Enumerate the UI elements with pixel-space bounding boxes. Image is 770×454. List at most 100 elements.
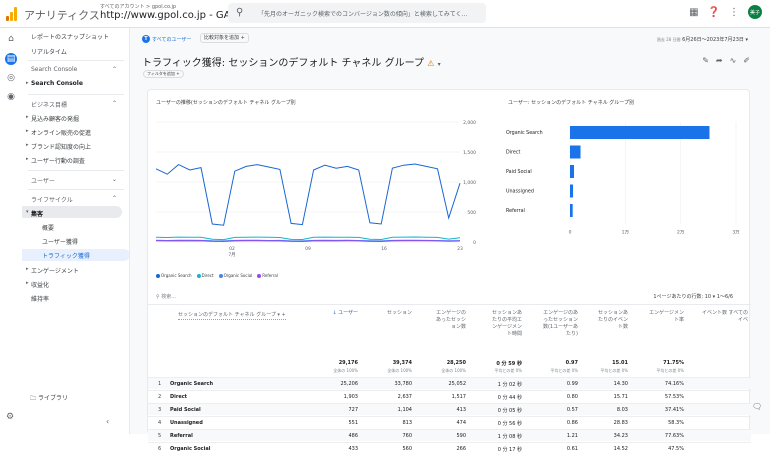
row-value: 433: [348, 446, 358, 452]
search-box[interactable]: ⚲ 「先月のオーガニック検索でのコンバージョン数の傾向」と検索してみてく...: [228, 3, 486, 23]
col-header-avg-engagement[interactable]: セッションあたりの平均エンゲージメント時間: [488, 310, 522, 338]
segment-badge-icon: T: [142, 35, 150, 43]
row-channel[interactable]: Organic Search: [170, 381, 213, 387]
chevron-up-icon[interactable]: ⌃: [112, 100, 117, 107]
settings-gear-icon[interactable]: ⚙: [6, 412, 14, 422]
legend-label: Organic Social: [223, 273, 253, 278]
table-search-input[interactable]: ⚲ 検索...: [156, 293, 176, 300]
sidebar-item-monetization[interactable]: 収益化: [31, 280, 49, 289]
row-value: 0 分 17 秒: [497, 447, 522, 453]
title-dropdown-icon[interactable]: ▾: [438, 61, 441, 68]
app-name[interactable]: アナリティクス: [24, 7, 100, 23]
customize-report-icon[interactable]: ✎: [702, 56, 709, 65]
sidebar-item-retention[interactable]: 維持率: [31, 294, 49, 303]
account-breadcrumb[interactable]: すべてのアカウント > gpol.co.jp: [100, 3, 176, 10]
row-channel[interactable]: Direct: [170, 394, 187, 400]
all-users-label: すべてのユーザー: [152, 36, 192, 43]
total-value: 15.01: [612, 360, 628, 366]
bar: [570, 184, 574, 198]
more-vert-icon[interactable]: ⋮: [729, 7, 739, 18]
add-comparison-button[interactable]: 比較対象を追加 +: [200, 33, 249, 43]
row-value: 0.80: [566, 394, 578, 400]
legend-item[interactable]: Direct: [196, 273, 214, 278]
col-header-sessions[interactable]: セッション: [378, 310, 412, 317]
expand-arrow-icon: ▸: [26, 156, 29, 162]
legend-item[interactable]: Organic Search: [156, 273, 192, 278]
warning-icon[interactable]: ⚠: [427, 59, 434, 68]
col-header-events-per-session[interactable]: セッションあたりのイベント数: [594, 310, 628, 331]
sidebar-item-sales[interactable]: オンライン販売の促進: [31, 128, 91, 137]
col-header-event-count[interactable]: イベント数 すべてのイベ: [698, 310, 748, 324]
dimension-header[interactable]: セッションのデフォルト チャネル グループ ▾ +: [178, 312, 286, 320]
row-value: 813: [402, 420, 412, 426]
reports-icon[interactable]: ▤: [5, 53, 17, 65]
row-value: 0.61: [566, 446, 578, 452]
legend-item[interactable]: Referral: [257, 273, 278, 278]
all-users-chip[interactable]: T すべてのユーザー: [142, 34, 191, 44]
sidebar-item-traffic-acquisition[interactable]: トラフィック獲得: [42, 251, 90, 260]
feedback-icon[interactable]: 🗨: [752, 402, 762, 411]
row-value: 25,052: [448, 381, 467, 387]
table-row[interactable]: 5 Referral 486 760 590 1 分 08 秒 1.21 34.23 77.63…: [148, 429, 751, 441]
total-subtext: 平均との差 0%: [550, 368, 578, 373]
bar: [570, 145, 581, 159]
collapse-sidebar-icon[interactable]: ‹: [106, 417, 109, 426]
row-value: 727: [348, 407, 358, 413]
col-header-engaged-sessions[interactable]: エンゲージのあったセッション数: [436, 310, 466, 331]
library-link[interactable]: 🗀 ライブラリ: [30, 393, 68, 404]
chevron-down-icon[interactable]: ⌄: [112, 176, 117, 183]
total-subtext: 全体の 100%: [387, 368, 412, 373]
date-range-selector[interactable]: 過去 28 日間 6月26日～2023年7月23日 ▾: [657, 36, 748, 43]
sidebar-item-acq-overview[interactable]: 概要: [42, 223, 54, 232]
search-icon: ⚲: [156, 294, 160, 300]
home-icon[interactable]: ⌂: [5, 33, 17, 45]
table-row[interactable]: 3 Paid Social 727 1,104 413 0 分 05 秒 0.57 8.03 3…: [148, 403, 751, 415]
row-channel[interactable]: Unassigned: [170, 420, 203, 426]
line-chart[interactable]: 2,000 1,500 1,000 500 0 02 09 16 23 7月: [148, 112, 488, 262]
col-header-users[interactable]: ↓ ユーザー: [328, 310, 358, 317]
row-value: 58.3%: [668, 420, 684, 426]
table-row[interactable]: 4 Unassigned 551 813 474 0 分 56 秒 0.86 28.83 58.…: [148, 416, 751, 428]
table-row[interactable]: 6 Organic Social 433 560 266 0 分 17 秒 0.61 14.5…: [148, 442, 751, 454]
property-selector[interactable]: http://www.gpol.co.jp - GA4 ▾: [100, 10, 245, 21]
sidebar-header-lifecycle[interactable]: ライフサイクル: [31, 195, 73, 204]
sidebar-item-behavior[interactable]: ユーザー行動の調査: [31, 156, 85, 165]
rows-per-page[interactable]: 1ページあたりの行数: 10 ▾ 1～6/6: [653, 293, 733, 300]
explore-icon[interactable]: ◎: [5, 72, 17, 84]
sidebar-item-awareness[interactable]: ブランド認知度の向上: [31, 142, 91, 151]
col-header-engaged-per-user[interactable]: エンゲージのあったセッション数(1ユーザーあたり): [542, 310, 578, 338]
row-channel[interactable]: Organic Social: [170, 446, 210, 452]
sidebar-header-search-console[interactable]: Search Console: [31, 66, 77, 73]
avatar[interactable]: 美子: [748, 5, 762, 19]
advertising-icon[interactable]: ◉: [5, 91, 17, 103]
sidebar-item-engagement[interactable]: エンゲージメント: [31, 266, 79, 275]
edit-icon[interactable]: ✐: [743, 56, 750, 65]
sidebar-item-acquisition[interactable]: 集客: [31, 209, 43, 218]
sidebar-item-leads[interactable]: 見込み顧客の発掘: [31, 114, 79, 123]
row-value: 1,903: [343, 394, 358, 400]
row-channel[interactable]: Paid Social: [170, 407, 201, 413]
expand-arrow-icon: ▸: [26, 280, 29, 286]
table-row[interactable]: 1 Organic Search 25,206 33,780 25,052 1 分 02 …: [148, 377, 751, 389]
share-icon[interactable]: ➦: [716, 56, 723, 65]
bar-chart[interactable]: 0 1万 2万 3万 Organic Search Direct Paid Social Un…: [504, 112, 744, 262]
apps-grid-icon[interactable]: ▦: [689, 7, 698, 18]
x-tick-label: 02: [229, 246, 235, 252]
chevron-up-icon[interactable]: ⌃: [112, 195, 117, 202]
sidebar-item-search-console[interactable]: Search Console: [31, 80, 83, 87]
sidebar-header-business-goals[interactable]: ビジネス目標: [31, 100, 67, 109]
sidebar-item-user-acquisition[interactable]: ユーザー獲得: [42, 237, 78, 246]
folder-icon: 🗀: [30, 395, 37, 402]
col-header-engagement-rate[interactable]: エンゲージメント率: [646, 310, 684, 324]
bar-chart-title: ユーザー: セッションのデフォルト チャネル グループ別: [508, 100, 635, 106]
sidebar-item-realtime[interactable]: リアルタイム: [31, 47, 67, 56]
table-row[interactable]: 2 Direct 1,903 2,637 1,517 0 分 44 秒 0.80 15.71 5…: [148, 390, 751, 402]
chevron-up-icon[interactable]: ⌃: [112, 66, 117, 73]
insights-icon[interactable]: ∿: [730, 56, 737, 65]
sidebar-item-snapshot[interactable]: レポートのスナップショット: [31, 32, 109, 41]
add-filter-button[interactable]: フィルタを追加 +: [143, 70, 184, 78]
sidebar-header-user[interactable]: ユーザー: [31, 176, 55, 185]
analytics-logo[interactable]: [6, 7, 18, 21]
help-icon[interactable]: ❓: [708, 7, 720, 18]
legend-item[interactable]: Organic Social: [218, 273, 253, 278]
